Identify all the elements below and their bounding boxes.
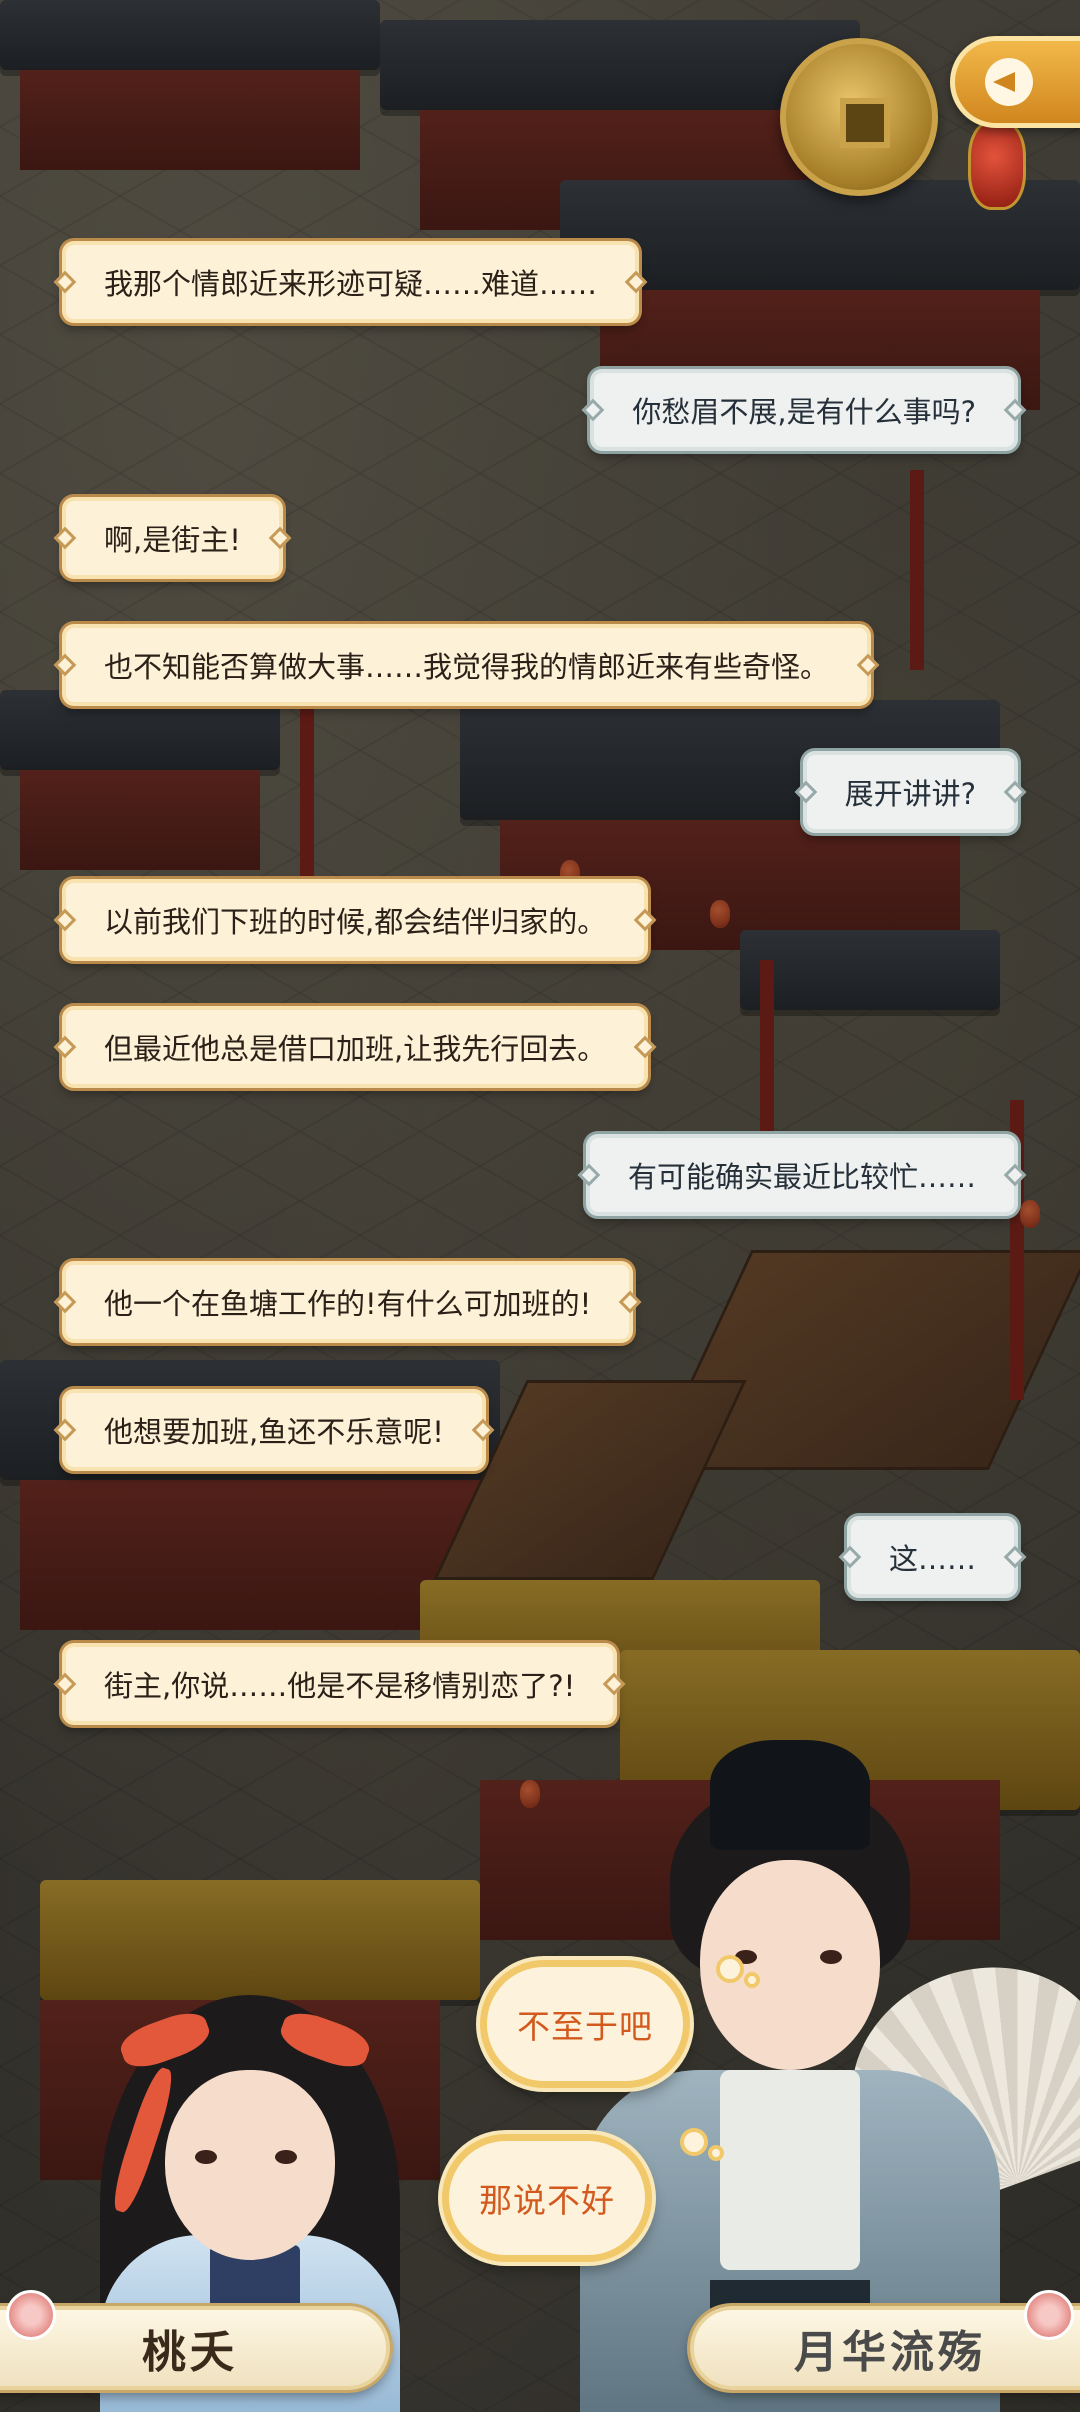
back-arrow-icon [985, 58, 1033, 106]
player-name: 月华流殇 [794, 2327, 986, 2378]
dialogue-bubble-player: 有可能确实最近比较忙…… [585, 1134, 1018, 1216]
npc-name: 桃夭 [142, 2327, 238, 2378]
thought-puff [716, 1955, 744, 1983]
dialogue-bubble-npc: 他想要加班,鱼还不乐意呢! [62, 1389, 486, 1471]
player-nameplate: 月华流殇 [690, 2306, 1080, 2390]
dialogue-bubble-player: 展开讲讲? [802, 751, 1018, 833]
dialogue-bubble-npc: 以前我们下班的时候,都会结伴归家的。 [62, 879, 649, 961]
npc-nameplate: 桃夭 [0, 2306, 390, 2390]
thought-puff [680, 2128, 708, 2156]
coin-icon[interactable] [780, 38, 938, 196]
dialogue-bubble-npc: 也不知能否算做大事……我觉得我的情郎近来有些奇怪。 [62, 624, 872, 706]
choice-option-1[interactable]: 不至于吧 [480, 1960, 690, 2088]
dialogue-bubble-npc: 他一个在鱼塘工作的!有什么可加班的! [62, 1261, 634, 1343]
choice-option-2[interactable]: 那说不好 [442, 2134, 652, 2262]
dialogue-bubble-player: 这…… [846, 1516, 1018, 1598]
lantern-icon [968, 120, 1026, 210]
thought-puff [744, 1972, 760, 1988]
plum-blossom-icon [1024, 2290, 1074, 2340]
dialogue-bubble-npc: 街主,你说……他是不是移情别恋了?! [62, 1643, 618, 1725]
plum-blossom-icon [6, 2290, 56, 2340]
dialogue-bubble-player: 你愁眉不展,是有什么事吗? [590, 369, 1018, 451]
thought-puff [708, 2145, 724, 2161]
dialogue-bubble-npc: 我那个情郎近来形迹可疑……难道…… [62, 241, 640, 323]
dialogue-bubble-npc: 但最近他总是借口加班,让我先行回去。 [62, 1006, 649, 1088]
back-button[interactable] [950, 36, 1080, 128]
dialogue-bubble-npc: 啊,是街主! [62, 497, 283, 579]
